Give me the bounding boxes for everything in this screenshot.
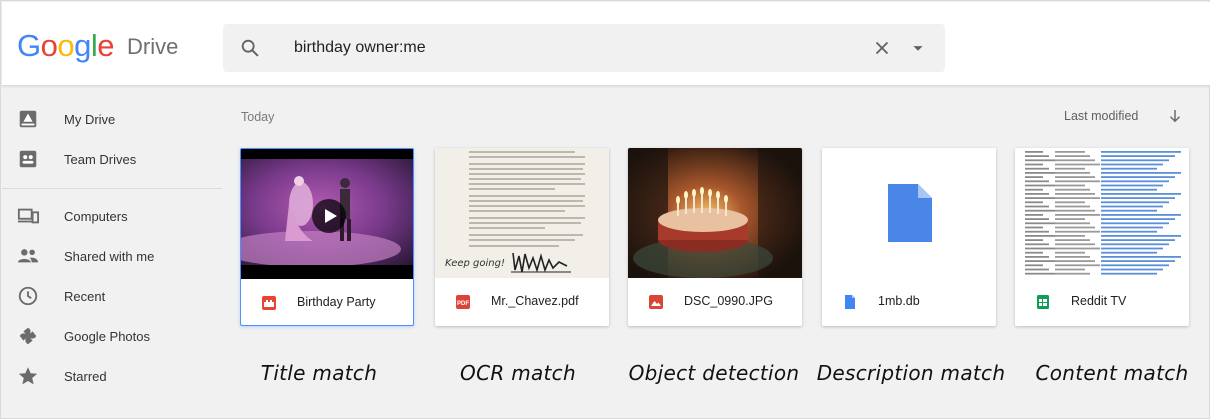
close-icon[interactable]: [871, 37, 893, 59]
generic-document-icon: [888, 184, 932, 242]
sidebar-item-computers[interactable]: Computers: [2, 197, 222, 235]
sidebar-item-recent[interactable]: Recent: [2, 277, 222, 315]
svg-text:PDF: PDF: [457, 301, 469, 307]
sidebar-item-label: Google Photos: [64, 329, 151, 344]
computers-icon: [17, 208, 39, 224]
card-footer: DSC_0990.JPG: [628, 278, 802, 326]
sort-dropdown[interactable]: Last modified: [1064, 109, 1138, 123]
sidebar-item-label: Team Drives: [64, 152, 137, 167]
image-thumbnail: [628, 148, 802, 278]
pdf-file-icon: PDF: [456, 295, 470, 309]
sidebar-item-label: Shared with me: [64, 249, 155, 264]
caption-object-detection: Object detection: [628, 361, 800, 385]
sidebar-item-label: Recent: [64, 289, 106, 304]
drive-logo[interactable]: Google Drive: [17, 28, 178, 68]
product-name: Drive: [127, 34, 179, 59]
spreadsheet-preview: [1015, 148, 1189, 278]
generic-file-icon: [845, 295, 855, 309]
video-file-icon: [262, 296, 276, 310]
file-name: 1mb.db: [878, 294, 920, 308]
logo-letter-o1: o: [40, 28, 58, 63]
file-name: Mr._Chavez.pdf: [491, 294, 579, 308]
file-card-spreadsheet[interactable]: Reddit TV: [1015, 148, 1189, 326]
sidebar-item-my-drive[interactable]: My Drive: [2, 100, 222, 138]
sidebar-item-shared-with-me[interactable]: Shared with me: [2, 237, 222, 275]
card-footer: Reddit TV: [1015, 278, 1189, 326]
sidebar-divider: [2, 188, 222, 189]
sidebar-item-team-drives[interactable]: Team Drives: [2, 140, 222, 178]
search-bar[interactable]: birthday owner:me: [223, 24, 945, 72]
card-footer: Birthday Party: [241, 279, 413, 325]
file-name: DSC_0990.JPG: [684, 294, 773, 308]
caption-ocr-match: OCR match: [460, 361, 576, 385]
caption-title-match: Title match: [260, 361, 378, 385]
search-icon[interactable]: [239, 37, 261, 59]
search-input[interactable]: birthday owner:me: [294, 39, 426, 57]
sidebar-item-starred[interactable]: Starred: [2, 357, 222, 395]
document-page-image: Keep going!: [435, 148, 609, 278]
top-bar: Google Drive birthday owner:me: [2, 2, 1210, 86]
handwritten-signature: Keep going!: [445, 258, 505, 269]
image-file-icon: [649, 295, 663, 309]
google-wordmark: Google: [17, 28, 115, 64]
sidebar-item-google-photos[interactable]: Google Photos: [2, 317, 222, 355]
team-drives-icon: [19, 150, 37, 168]
logo-letter-g: G: [17, 28, 41, 63]
file-name: Reddit TV: [1071, 294, 1127, 308]
sheet-file-icon: [1037, 295, 1049, 309]
file-name: Birthday Party: [297, 295, 376, 309]
logo-letter-g2: g: [74, 28, 91, 63]
logo-letter-e: e: [97, 28, 115, 63]
clock-icon: [18, 286, 38, 306]
video-thumbnail: [241, 149, 413, 279]
birthday-cake-photo: [628, 148, 802, 278]
arrow-down-icon[interactable]: [1166, 107, 1184, 125]
drive-window: Google Drive birthday owner:me My Drive …: [0, 0, 1210, 419]
generic-thumbnail: [822, 148, 996, 278]
star-icon: [18, 367, 38, 385]
section-heading: Today: [241, 110, 275, 124]
card-footer: 1mb.db: [822, 278, 996, 326]
sidebar-item-label: My Drive: [64, 112, 116, 127]
file-card-db[interactable]: 1mb.db: [822, 148, 996, 326]
photos-icon: [19, 327, 37, 345]
file-card-birthday-party[interactable]: Birthday Party: [240, 148, 414, 326]
caption-content-match: Content match: [1035, 361, 1189, 385]
card-footer: PDF Mr._Chavez.pdf: [435, 278, 609, 326]
play-icon[interactable]: [312, 199, 346, 233]
spreadsheet-thumbnail: [1015, 148, 1189, 278]
my-drive-icon: [19, 110, 37, 128]
chevron-down-icon[interactable]: [907, 37, 929, 59]
shared-icon: [17, 249, 39, 263]
file-card-pdf[interactable]: Keep going! PDF Mr._Chavez.pdf: [435, 148, 609, 326]
file-card-image[interactable]: DSC_0990.JPG: [628, 148, 802, 326]
sidebar-item-label: Computers: [64, 209, 128, 224]
logo-letter-o2: o: [57, 28, 75, 63]
pdf-thumbnail: Keep going!: [435, 148, 609, 278]
caption-description-match: Description match: [816, 361, 1006, 385]
sidebar-item-label: Starred: [64, 369, 107, 384]
